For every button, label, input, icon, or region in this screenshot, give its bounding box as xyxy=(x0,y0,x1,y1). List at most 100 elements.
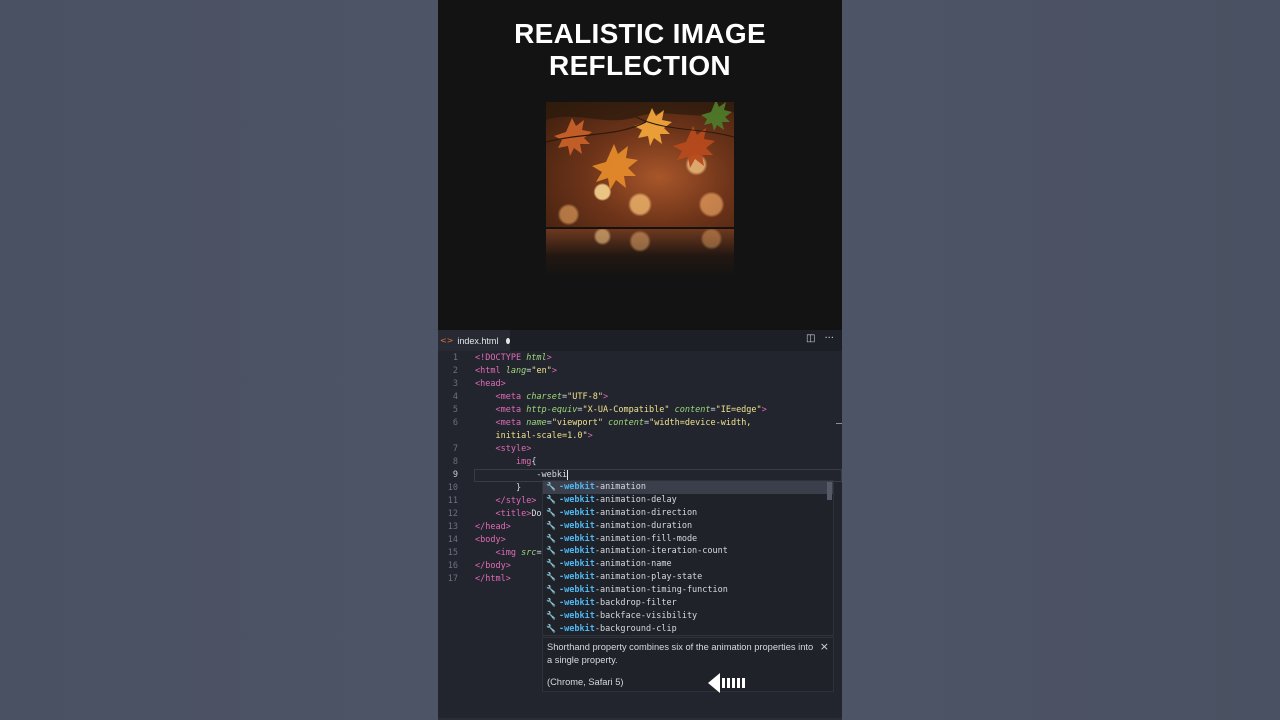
leaves-illustration xyxy=(546,102,734,190)
text-cursor xyxy=(567,469,569,480)
suggestion-item[interactable]: 🔧 -webkit-backface-visibility xyxy=(543,610,833,623)
line-text: } xyxy=(475,482,521,495)
code-token: html xyxy=(526,353,547,363)
line-text: initial-scale=1.0"> xyxy=(475,430,593,443)
tab-index-html[interactable]: <> index.html xyxy=(438,330,510,351)
suggestion-item[interactable]: 🔧 -webkit-animation-delay xyxy=(543,494,833,507)
code-token: > xyxy=(587,431,593,441)
suggestion-item[interactable]: 🔧 -webkit-animation-fill-mode xyxy=(543,533,833,546)
suggestion-match: -webkit xyxy=(559,533,595,544)
code-token: "width=device-width, xyxy=(649,418,752,428)
line-text: </head> xyxy=(475,521,511,534)
code-token: content xyxy=(608,418,644,428)
code-token: = xyxy=(536,548,542,558)
suggestion-item[interactable]: 🔧 -webkit-animation-timing-function xyxy=(543,584,833,597)
code-line[interactable]: 4 <meta charset="UTF-8"> xyxy=(438,391,842,404)
split-editor-icon[interactable]: ◫ xyxy=(806,333,815,344)
suggestion-item[interactable]: 🔧 -webkit-background-clip xyxy=(543,623,833,636)
suggestion-item[interactable]: 🔧 -webkit-animation-direction xyxy=(543,507,833,520)
code-token: <body> xyxy=(475,535,506,545)
suggestion-rest: -animation-play-state xyxy=(594,572,703,583)
video-title: REALISTIC IMAGE REFLECTION xyxy=(438,18,842,82)
code-token: "en" xyxy=(531,366,552,376)
suggestion-item[interactable]: 🔧 -webkit-backdrop-filter xyxy=(543,597,833,610)
code-token: "viewport" xyxy=(551,418,603,428)
suggestion-rest: -animation-delay xyxy=(594,494,677,505)
line-text: <meta http-equiv="X-UA-Compatible" conte… xyxy=(475,404,766,417)
code-line[interactable]: 7 <style> xyxy=(438,443,842,456)
suggestion-item[interactable]: 🔧 -webkit-animation-name xyxy=(543,558,833,571)
line-text: <meta charset="UTF-8"> xyxy=(475,391,608,404)
line-number: 5 xyxy=(452,405,458,415)
code-token: <html xyxy=(475,366,506,376)
suggestion-match: -webkit xyxy=(559,482,595,492)
line-text: <html lang="en"> xyxy=(475,365,557,378)
line-number: 15 xyxy=(447,548,458,558)
code-token: <meta xyxy=(495,418,527,428)
wrench-icon: 🔧 xyxy=(546,585,556,595)
suggestion-item[interactable]: 🔧 -webkit-animation-play-state xyxy=(543,571,833,584)
autocomplete-suggestions[interactable]: 🔧 -webkit-animation 🔧 -webkit-animation-del… xyxy=(542,480,834,636)
suggestion-scrollbar[interactable] xyxy=(827,482,832,500)
autumn-leaves-image xyxy=(546,102,734,227)
code-token: <title> xyxy=(495,509,532,519)
suggestion-rest: -animation-fill-mode xyxy=(594,533,698,544)
code-token: <img xyxy=(495,548,522,558)
suggestion-item[interactable]: 🔧 -webkit-animation-duration xyxy=(543,520,833,533)
code-token: <meta xyxy=(495,405,527,415)
unsaved-dot-icon[interactable] xyxy=(506,337,510,344)
line-text: <!DOCTYPE html> xyxy=(475,352,552,365)
code-token: charset xyxy=(526,392,563,402)
suggestion-match: -webkit xyxy=(559,559,595,570)
suggestion-rest: -animation xyxy=(594,482,647,492)
line-text: </body> xyxy=(475,560,511,573)
suggestion-match: -webkit xyxy=(559,520,595,531)
details-description: Shorthand property combines six of the a… xyxy=(547,642,814,665)
suggestion-rest: -animation-duration xyxy=(594,520,693,531)
code-line[interactable]: 3 <head> xyxy=(438,378,842,391)
image-reflection xyxy=(546,228,734,278)
details-compat: (Chrome, Safari 5) xyxy=(547,677,624,687)
code-token: { xyxy=(531,457,537,467)
code-line[interactable]: 8 img{ xyxy=(438,456,842,469)
code-line[interactable]: 6 <meta name="viewport" content="width=d… xyxy=(438,417,842,430)
code-line[interactable]: 2 <html lang="en"> xyxy=(438,365,842,378)
line-text: img{ xyxy=(475,456,536,469)
code-line[interactable]: 1 <!DOCTYPE html> xyxy=(438,352,842,365)
more-actions-icon[interactable]: ··· xyxy=(824,333,834,344)
suggestion-rest: -background-clip xyxy=(594,623,677,634)
line-text: </style> xyxy=(475,495,536,508)
scrollbar-marker xyxy=(836,423,842,424)
suggestion-details: Shorthand property combines six of the a… xyxy=(542,637,834,692)
code-token: } xyxy=(475,483,522,493)
code-editor[interactable]: <> index.html ◫ ··· 1 <!DOCTYPE html> 2 <ht… xyxy=(438,330,842,720)
close-icon[interactable]: × xyxy=(820,640,829,653)
suggestion-item[interactable]: 🔧 -webkit-animation-iteration-count xyxy=(543,545,833,558)
line-number: 14 xyxy=(447,535,458,545)
line-number: 9 xyxy=(452,470,458,480)
suggestion-match: -webkit xyxy=(559,507,595,518)
code-line[interactable]: 5 <meta http-equiv="X-UA-Compatible" con… xyxy=(438,404,842,417)
code-line[interactable]: initial-scale=1.0"> xyxy=(438,430,842,443)
code-token: <head> xyxy=(475,379,506,389)
code-token: img xyxy=(515,457,532,467)
code-token: <meta xyxy=(495,392,527,402)
suggestion-match: -webkit xyxy=(559,546,595,557)
code-token: "UTF-8" xyxy=(567,392,603,402)
code-token: http-equiv xyxy=(526,405,578,415)
suggestion-list: 🔧 -webkit-animation 🔧 -webkit-animation-del… xyxy=(543,481,833,636)
wrench-icon: 🔧 xyxy=(546,494,556,504)
suggestion-rest: -animation-name xyxy=(594,559,672,570)
html-file-icon: <> xyxy=(440,336,454,345)
wrench-icon: 🔧 xyxy=(546,533,556,543)
editor-actions: ◫ ··· xyxy=(806,333,834,344)
suggestion-rest: -backdrop-filter xyxy=(594,598,677,609)
suggestion-item[interactable]: 🔧 -webkit-animation xyxy=(543,481,833,494)
code-token: </head> xyxy=(475,522,511,532)
